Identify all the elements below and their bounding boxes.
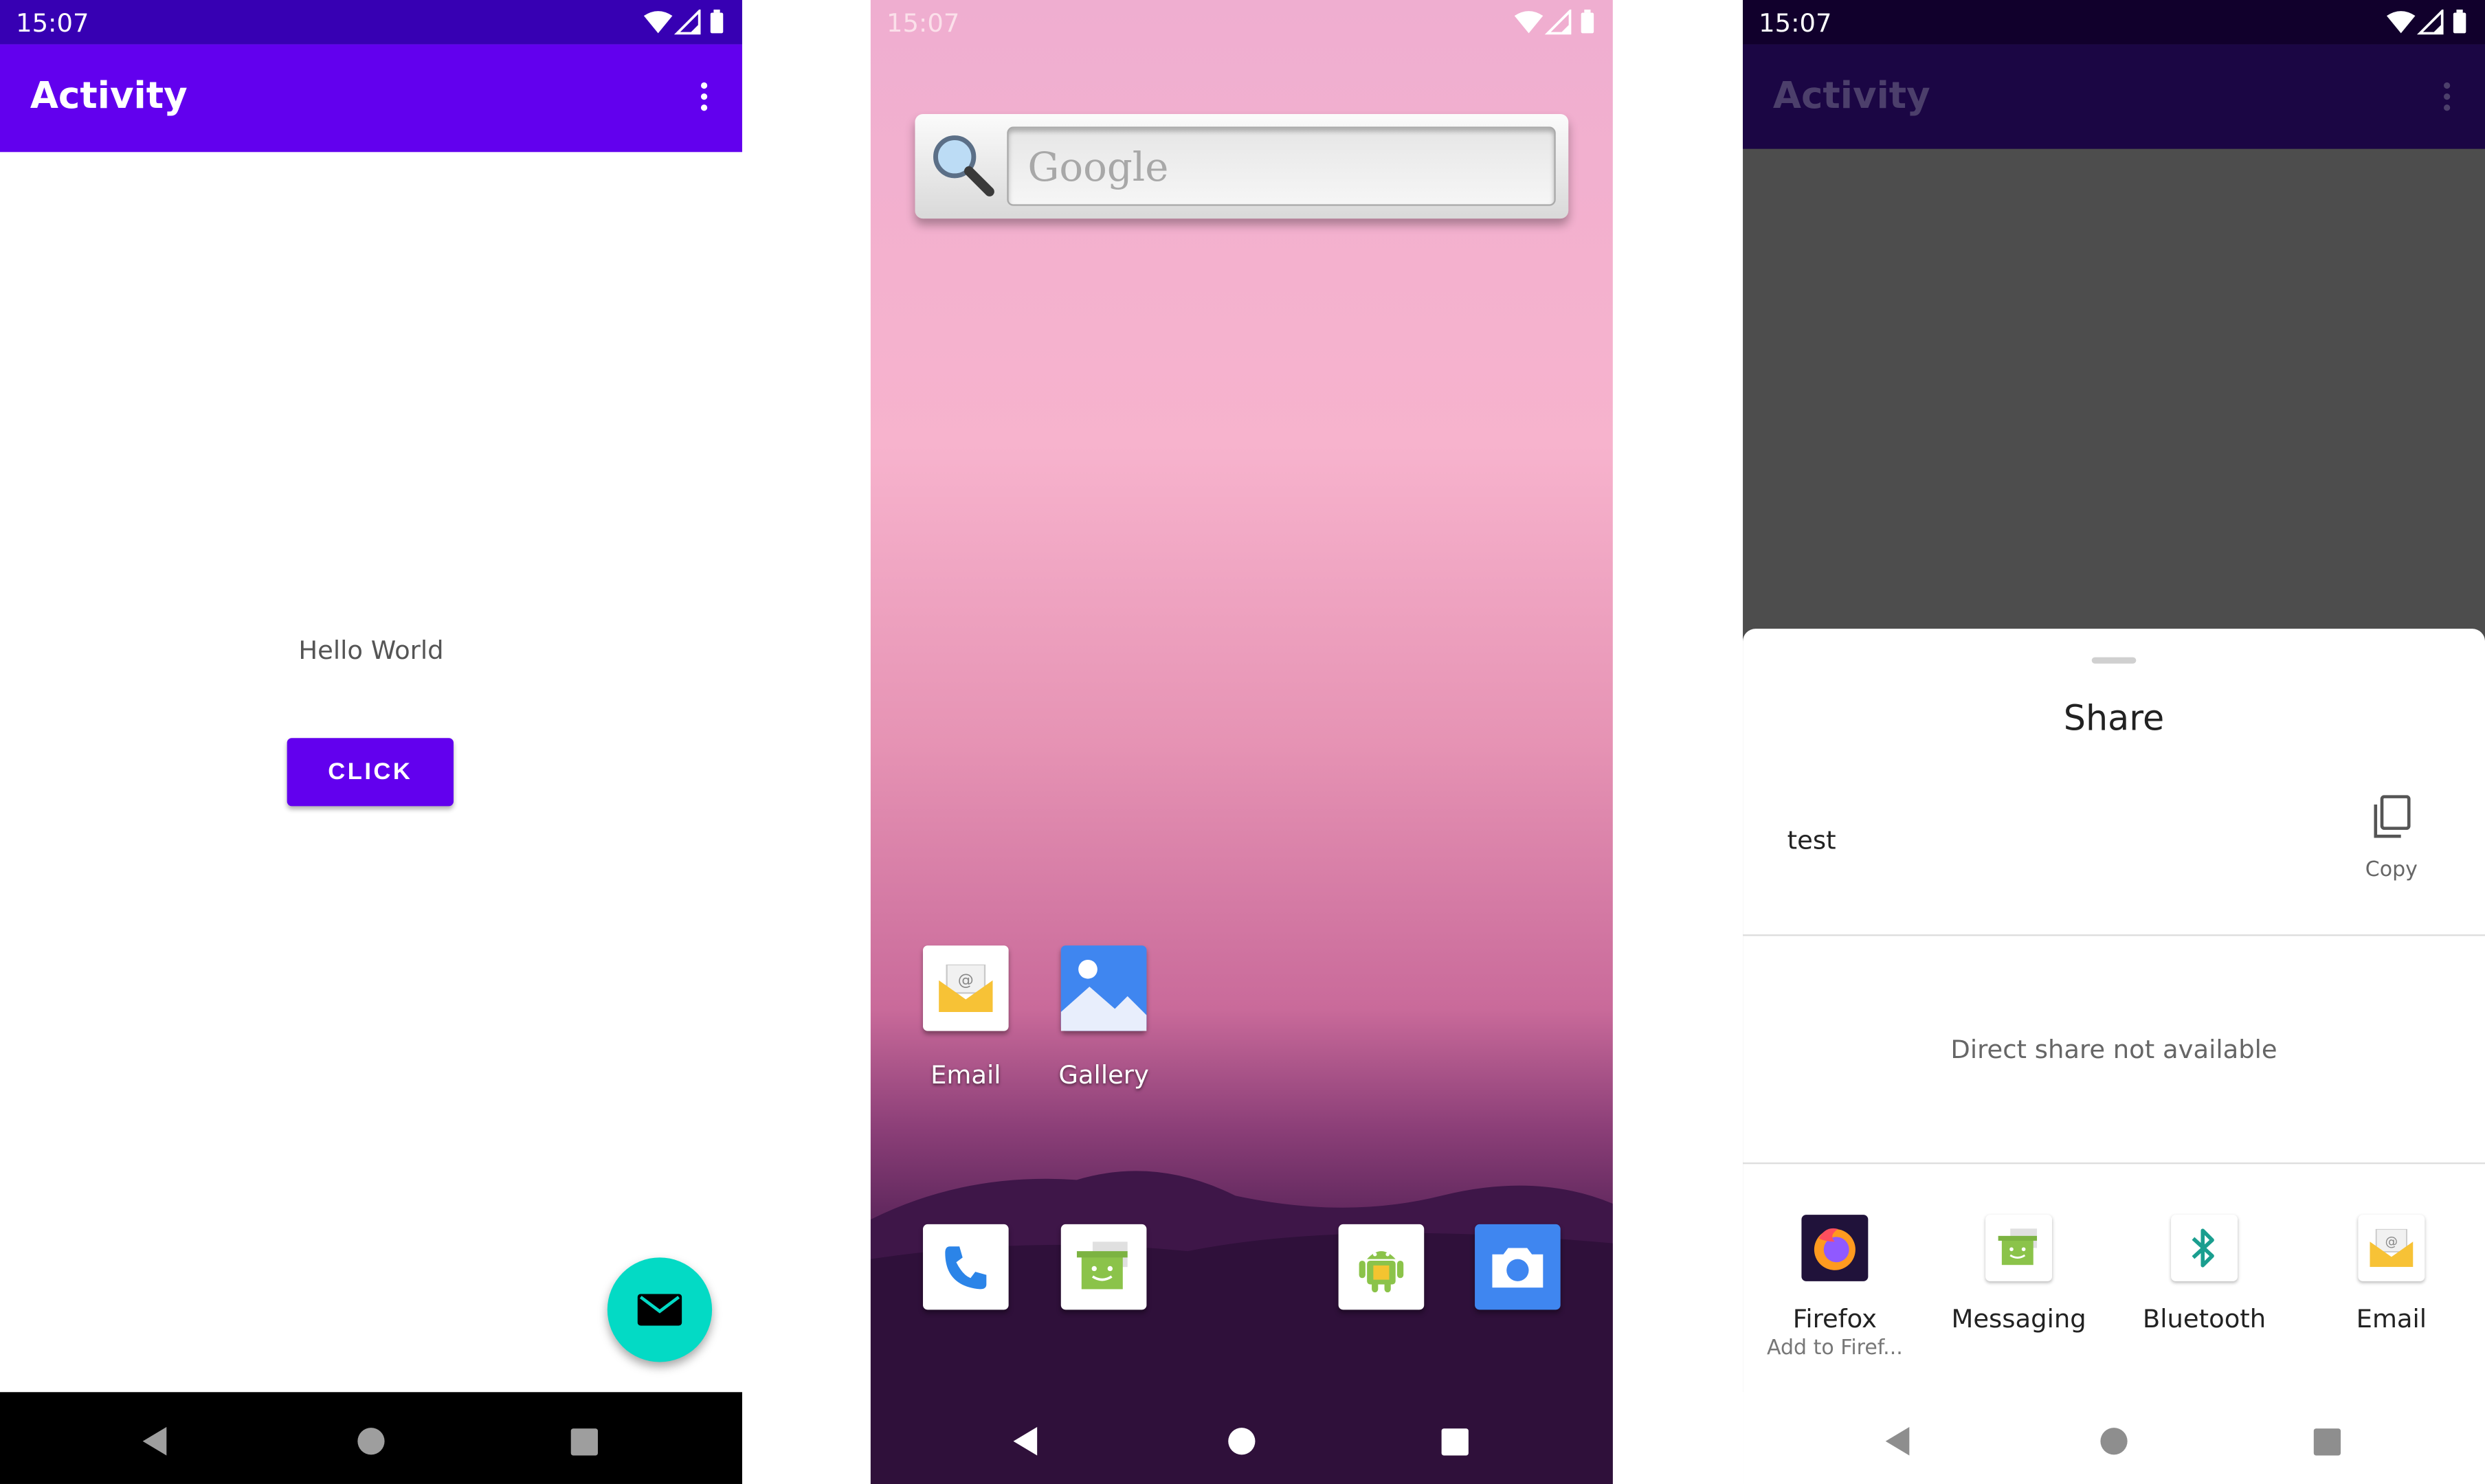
magnifier-icon xyxy=(933,135,994,196)
recents-icon[interactable] xyxy=(1437,1424,1472,1459)
share-target-messaging[interactable]: Messaging xyxy=(1927,1215,2111,1334)
wifi-signal-battery-icon xyxy=(1514,8,1594,35)
status-bar: 15:07 xyxy=(1743,0,2485,45)
phone-icon xyxy=(945,1246,987,1290)
status-bar: 15:07 xyxy=(871,0,1613,45)
status-icons xyxy=(1514,8,1597,41)
gallery-app-label[interactable]: Gallery xyxy=(1025,1059,1183,1090)
share-sheet-phone: 15:07 Activity Share test Copy Direct sh… xyxy=(1743,0,2485,1484)
status-time: 15:07 xyxy=(886,8,960,38)
share-target-bluetooth[interactable]: Bluetooth xyxy=(2113,1215,2297,1334)
firefox-icon xyxy=(1801,1215,1869,1281)
phone-app-icon[interactable] xyxy=(923,1224,1009,1310)
nav-bar xyxy=(871,1392,1613,1484)
app-bar-dimmed: Activity xyxy=(1743,44,2485,149)
share-target-email[interactable]: @ Email xyxy=(2299,1215,2484,1334)
email-icon: @ xyxy=(2358,1215,2425,1281)
hello-text: Hello World xyxy=(298,635,444,666)
status-time: 15:07 xyxy=(1759,8,1832,38)
click-button[interactable]: CLICK xyxy=(287,738,454,807)
share-title: Share xyxy=(2063,699,2165,740)
share-target-firefox[interactable]: Firefox Add to Firef... xyxy=(1743,1215,1927,1360)
activity-phone: 15:07 Activity Hello World CLICK xyxy=(0,0,742,1484)
gallery-app-icon[interactable] xyxy=(1060,945,1147,1031)
target-label: Firefox xyxy=(1792,1303,1877,1334)
status-icons xyxy=(643,8,726,41)
email-app-label[interactable]: Email xyxy=(887,1059,1045,1090)
copy-button[interactable]: Copy xyxy=(2339,795,2444,893)
email-app-icon[interactable]: @ xyxy=(923,945,1009,1031)
google-search-widget[interactable]: Google xyxy=(915,113,1569,219)
target-label: Email xyxy=(2356,1303,2427,1334)
share-bottom-sheet: Share test Copy Direct share not availab… xyxy=(1743,629,2485,1484)
overflow-menu-icon xyxy=(2442,82,2452,117)
home-screen-phone: 15:07 Google @ Email Gallery xyxy=(870,0,1613,1484)
camera-icon xyxy=(1492,1248,1544,1288)
android-store-app-icon[interactable] xyxy=(1338,1224,1425,1310)
back-icon[interactable] xyxy=(138,1424,173,1459)
messaging-icon xyxy=(1076,1241,1128,1290)
screenshot-stage: 15:07 Activity Hello World CLICK 15:07 G… xyxy=(0,0,2485,1484)
camera-app-icon[interactable] xyxy=(1475,1224,1561,1310)
recents-icon[interactable] xyxy=(566,1424,601,1459)
messaging-icon xyxy=(1985,1215,2053,1281)
sheet-drag-handle[interactable] xyxy=(2091,657,2137,664)
back-icon[interactable] xyxy=(1009,1424,1044,1459)
overflow-menu-icon[interactable] xyxy=(700,82,709,117)
direct-share-message: Direct share not available xyxy=(1950,1034,2277,1065)
app-title: Activity xyxy=(1772,76,1930,117)
target-label: Bluetooth xyxy=(2142,1303,2266,1334)
gallery-icon xyxy=(1060,945,1147,1031)
target-label: Messaging xyxy=(1951,1303,2086,1334)
recents-icon[interactable] xyxy=(2309,1424,2344,1459)
svg-text:@: @ xyxy=(958,971,974,989)
envelope-icon xyxy=(637,1294,682,1326)
app-title: Activity xyxy=(30,76,188,117)
bluetooth-icon xyxy=(2171,1215,2238,1281)
send-email-fab[interactable] xyxy=(607,1257,713,1362)
shared-text-preview: test xyxy=(1787,825,1836,855)
wifi-signal-battery-icon xyxy=(2386,8,2466,35)
copy-label: Copy xyxy=(2365,858,2418,882)
app-bar: Activity xyxy=(0,44,742,153)
status-bar: 15:07 xyxy=(0,0,742,45)
home-icon[interactable] xyxy=(354,1424,389,1459)
android-store-icon xyxy=(1359,1251,1404,1293)
messaging-app-icon[interactable] xyxy=(1060,1224,1147,1310)
status-icons xyxy=(2386,8,2469,41)
home-icon[interactable] xyxy=(2097,1424,2132,1459)
nav-bar xyxy=(1743,1392,2485,1484)
email-icon: @ xyxy=(939,964,993,1013)
wifi-signal-battery-icon xyxy=(643,8,724,35)
divider xyxy=(1743,1162,2485,1165)
nav-bar xyxy=(0,1392,742,1484)
search-hint: Google xyxy=(1027,144,1169,190)
back-icon[interactable] xyxy=(1881,1424,1916,1459)
divider xyxy=(1743,934,2485,936)
search-input[interactable]: Google xyxy=(1007,126,1556,206)
target-sublabel: Add to Firef... xyxy=(1766,1336,1903,1361)
home-icon[interactable] xyxy=(1224,1424,1259,1459)
svg-text:@: @ xyxy=(2385,1235,2398,1249)
status-time: 15:07 xyxy=(16,8,89,38)
copy-icon xyxy=(2374,795,2411,838)
